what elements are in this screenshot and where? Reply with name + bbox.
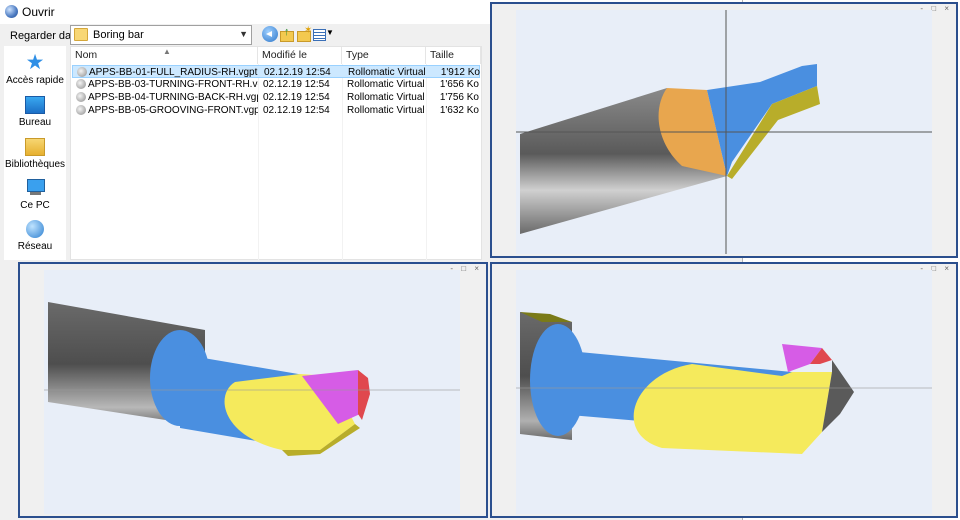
file-name: APPS-BB-05-GROOVING-FRONT.vgpt: [88, 105, 258, 116]
sidebar-item-quick-access[interactable]: ★ Accès rapide: [4, 51, 66, 86]
sidebar-item-desktop[interactable]: Bureau: [4, 96, 66, 128]
column-header-type[interactable]: Type: [342, 47, 426, 64]
preview-pane-bottom-left[interactable]: - □ ×: [18, 262, 488, 518]
file-type: Rollomatic Virtual...: [347, 79, 425, 90]
network-icon: [26, 220, 44, 238]
file-icon: [76, 79, 86, 89]
file-list[interactable]: Nom ▲ Modifié le Type Taille APPS-BB-01-F…: [70, 46, 482, 260]
file-date: 02.12.19 12:54: [263, 105, 330, 116]
file-size: 1'756 Ko: [439, 92, 479, 103]
folder-icon: [74, 28, 88, 41]
column-header-date[interactable]: Modifié le: [258, 47, 342, 64]
sidebar-item-this-pc[interactable]: Ce PC: [4, 179, 66, 211]
column-header-size[interactable]: Taille: [426, 47, 481, 64]
file-name: APPS-BB-03-TURNING-FRONT-RH.vgpt: [88, 79, 258, 90]
sidebar-item-label: Accès rapide: [6, 75, 64, 86]
boring-bar-model-2: [44, 302, 460, 456]
sidebar-item-label: Bureau: [18, 117, 52, 128]
file-name: APPS-BB-04-TURNING-BACK-RH.vgpt: [88, 92, 258, 103]
file-date: 02.12.19 12:54: [263, 79, 330, 90]
table-row[interactable]: APPS-BB-04-TURNING-BACK-RH.vgpt 02.12.19…: [72, 91, 480, 104]
places-sidebar: ★ Accès rapide Bureau Bibliothèques Ce P…: [4, 46, 66, 260]
column-header-name[interactable]: Nom ▲: [71, 47, 258, 64]
sidebar-item-network[interactable]: Réseau: [4, 220, 66, 252]
file-type: Rollomatic Virtual...: [347, 105, 425, 116]
file-type: Rollomatic Virtual...: [347, 92, 425, 103]
window-title: Ouvrir: [22, 5, 55, 19]
sort-ascending-icon: ▲: [163, 47, 171, 56]
chevron-down-icon[interactable]: ▼: [239, 29, 248, 39]
app-globe-icon: [5, 5, 18, 18]
file-icon: [77, 67, 87, 77]
file-icon: [76, 92, 86, 102]
table-row[interactable]: APPS-BB-05-GROOVING-FRONT.vgpt 02.12.19 …: [72, 104, 480, 117]
file-icon: [76, 105, 86, 115]
up-folder-icon[interactable]: ↑: [279, 26, 295, 42]
look-in-value: Boring bar: [93, 29, 144, 41]
look-in-combobox[interactable]: Boring bar ▼: [70, 25, 252, 45]
boring-bar-model-3: [516, 312, 932, 454]
sidebar-item-libraries[interactable]: Bibliothèques: [4, 138, 66, 170]
libraries-icon: [25, 138, 45, 156]
preview-pane-bottom-right[interactable]: - □ ×: [490, 262, 958, 518]
table-row[interactable]: APPS-BB-01-FULL_RADIUS-RH.vgpt 02.12.19 …: [72, 65, 480, 78]
red-face: [358, 370, 370, 420]
file-size: 1'656 Ko: [439, 79, 479, 90]
view-menu-icon[interactable]: ▼: [312, 26, 334, 42]
file-date: 02.12.19 12:54: [263, 92, 330, 103]
new-folder-icon[interactable]: ✶: [296, 25, 312, 42]
back-icon[interactable]: [262, 26, 278, 42]
yellow-face: [633, 364, 832, 454]
desktop-icon: [25, 96, 45, 114]
sidebar-item-label: Bibliothèques: [4, 159, 66, 170]
table-row[interactable]: APPS-BB-03-TURNING-FRONT-RH.vgpt 02.12.1…: [72, 78, 480, 91]
sidebar-item-label: Ce PC: [20, 200, 50, 211]
computer-icon: [25, 179, 45, 197]
star-icon: ★: [25, 51, 45, 74]
preview-pane-top-right[interactable]: - □ ×: [490, 2, 958, 258]
sidebar-item-label: Réseau: [17, 241, 53, 252]
boring-bar-model-1: [516, 10, 932, 254]
file-size: 1'632 Ko: [439, 105, 479, 116]
